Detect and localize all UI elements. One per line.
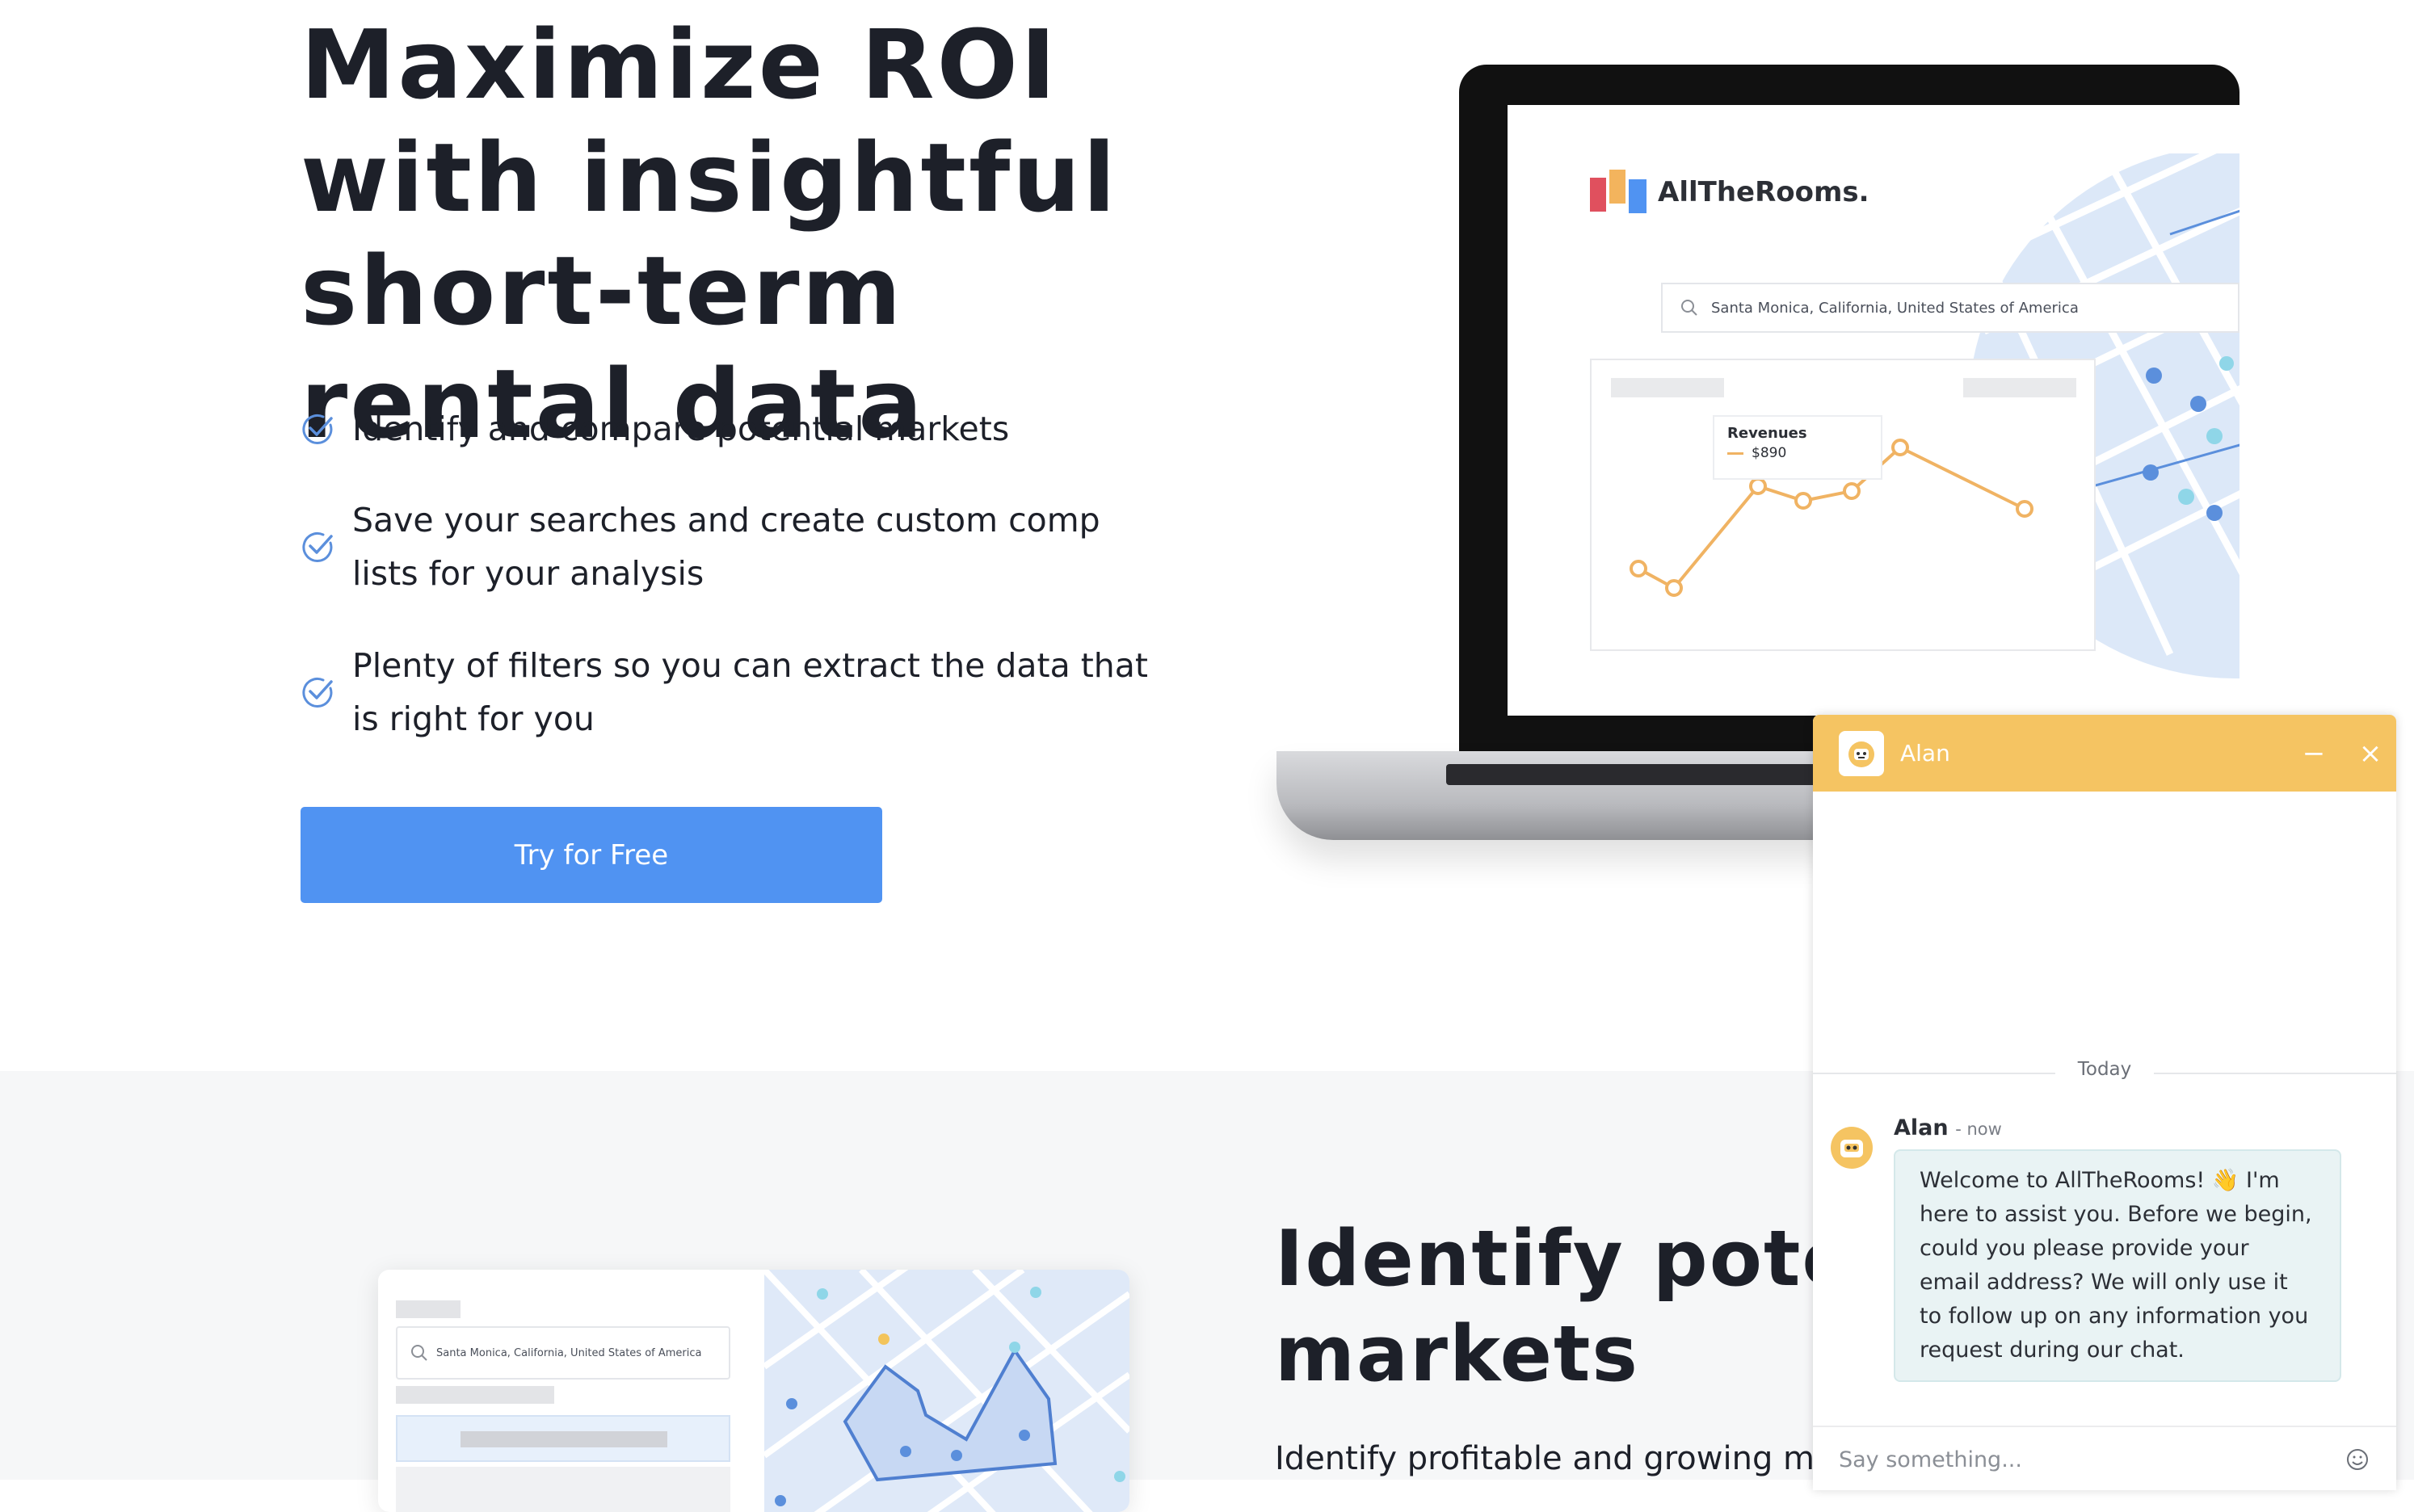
markets-mockup: Santa Monica, California, United States … (378, 1270, 1129, 1512)
placeholder-bar (396, 1300, 461, 1318)
revenue-chart-card: Revenues $890 (1590, 359, 2096, 651)
feature-text: Save your searches and create custom com… (352, 501, 1100, 593)
chat-composer (1813, 1426, 2396, 1490)
message-sender: Alan (1894, 1115, 1949, 1140)
placeholder-bar (396, 1386, 554, 1404)
mock-list-row (396, 1467, 730, 1512)
feature-item: Plenty of filters so you can extract the… (301, 639, 1173, 746)
laptop-keys (1446, 764, 1850, 785)
feature-text: Identify and compare potential markets (352, 410, 1010, 448)
tooltip-value-row: $890 (1727, 445, 1868, 461)
chart-tooltip: Revenues $890 (1713, 415, 1882, 480)
check-circle-icon (302, 531, 333, 562)
search-icon (1681, 300, 1697, 316)
screen-search-bar: Santa Monica, California, United States … (1661, 283, 2239, 333)
chat-day-label: Today (2077, 1059, 2132, 1080)
markets-map (764, 1270, 1129, 1512)
screen-search-text: Santa Monica, California, United States … (1711, 299, 2079, 317)
emoji-icon[interactable] (2341, 1443, 2374, 1476)
message-meta: Alan - now (1894, 1115, 2002, 1140)
hero-title: Maximize ROI with insightful short-term … (301, 9, 1118, 460)
mock-search-text: Santa Monica, California, United States … (436, 1346, 702, 1359)
feature-text: Plenty of filters so you can extract the… (352, 646, 1148, 738)
message-time: - now (1955, 1119, 2002, 1139)
chat-message-input[interactable] (1837, 1446, 2325, 1473)
check-circle-icon (302, 677, 333, 708)
brand-name: AllTheRooms. (1658, 176, 1869, 208)
laptop-screen: AllTheRooms. Santa Monica, California, U… (1508, 105, 2239, 716)
chat-widget: Alan − × Today Alan - now Welcome to All… (1813, 715, 2396, 1490)
mock-selected-row (396, 1415, 730, 1462)
tooltip-label: Revenues (1727, 425, 1807, 442)
robot-icon (1831, 1127, 1873, 1169)
check-circle-icon (302, 414, 333, 444)
brand-logo-icon (1590, 170, 1646, 213)
chat-header: Alan − × (1813, 715, 2396, 792)
brand-logo: AllTheRooms. (1588, 170, 1869, 215)
feature-item: Identify and compare potential markets (301, 402, 1173, 456)
chat-agent-name: Alan (1900, 740, 1950, 766)
robot-icon (1839, 730, 1884, 776)
minimize-icon[interactable]: − (2290, 715, 2338, 792)
mock-search-bar: Santa Monica, California, United States … (396, 1326, 730, 1380)
tooltip-value: $890 (1752, 445, 1787, 461)
search-icon (411, 1345, 427, 1361)
feature-item: Save your searches and create custom com… (301, 494, 1173, 600)
try-for-free-button[interactable]: Try for Free (301, 807, 882, 903)
close-icon[interactable]: × (2346, 715, 2395, 792)
message-bubble: Welcome to AllTheRooms! 👋 I'm here to as… (1894, 1149, 2341, 1382)
revenue-line-chart (1630, 439, 2033, 597)
